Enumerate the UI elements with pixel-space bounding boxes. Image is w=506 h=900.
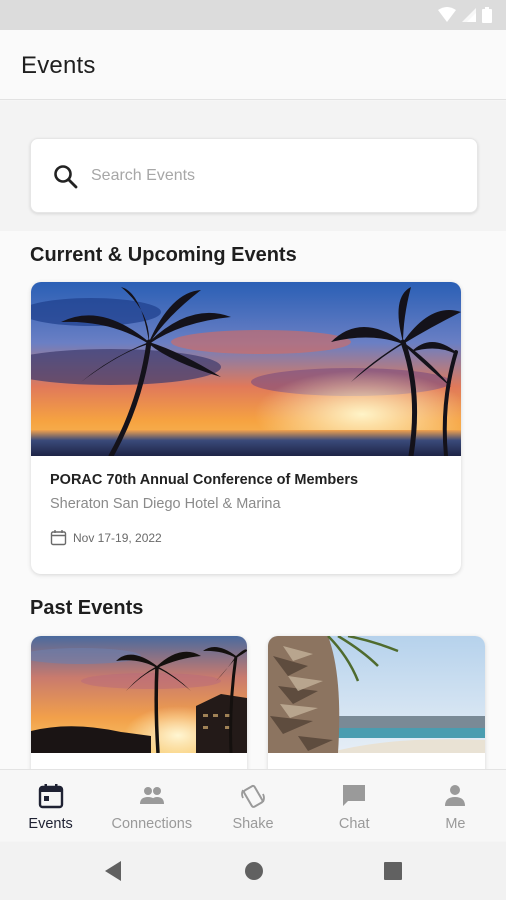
nav-me[interactable]: Me [405,770,506,841]
status-icons [438,7,492,23]
search-icon[interactable] [53,164,79,190]
wifi-icon [438,7,456,22]
shake-phone-icon [241,784,265,808]
past-event-card[interactable] [31,636,247,769]
event-image-palms-sunset [31,282,461,456]
person-icon [445,785,466,806]
nav-label: Shake [232,816,274,832]
event-title: PORAC 70th Annual Conference of Members [50,472,359,488]
nav-label: Chat [338,816,370,832]
system-navigation-bar [0,842,506,900]
events-content[interactable]: Current & Upcoming Events PORAC 70th Ann… [0,231,506,769]
page-title: Events [21,52,96,79]
recent-apps-icon[interactable] [384,862,402,880]
nav-label: Connections [111,816,193,832]
people-icon [139,787,164,804]
past-event-card[interactable] [268,636,485,769]
current-events-heading: Current & Upcoming Events [30,244,297,266]
nav-label: Events [28,816,73,832]
past-events-heading: Past Events [30,597,144,619]
status-bar [0,0,506,30]
nav-chat[interactable]: Chat [304,770,405,841]
event-venue: Sheraton San Diego Hotel & Marina [50,496,281,512]
nav-shake[interactable]: Shake [202,770,303,841]
nav-events[interactable]: Events [0,770,101,841]
event-card-current[interactable]: PORAC 70th Annual Conference of Members … [31,282,461,574]
battery-icon [482,7,492,23]
signal-icon [462,8,476,22]
nav-label: Me [445,816,466,832]
search-input[interactable] [91,163,451,189]
event-date-row: Nov 17-19, 2022 [50,529,162,546]
calendar-icon [50,530,67,546]
event-date: Nov 17-19, 2022 [73,530,162,545]
search-area [0,101,506,231]
bottom-navigation: Events Connections Shake Chat Me [0,769,506,841]
home-icon[interactable] [244,861,264,881]
event-image-palm-hotel-sunset [31,636,247,753]
nav-connections[interactable]: Connections [101,770,202,841]
app-bar: Events [0,30,506,100]
calendar-icon [38,784,63,809]
search-box[interactable] [30,138,478,213]
event-image-palm-beach [268,636,485,753]
back-icon[interactable] [103,860,123,882]
chat-icon [343,785,366,806]
